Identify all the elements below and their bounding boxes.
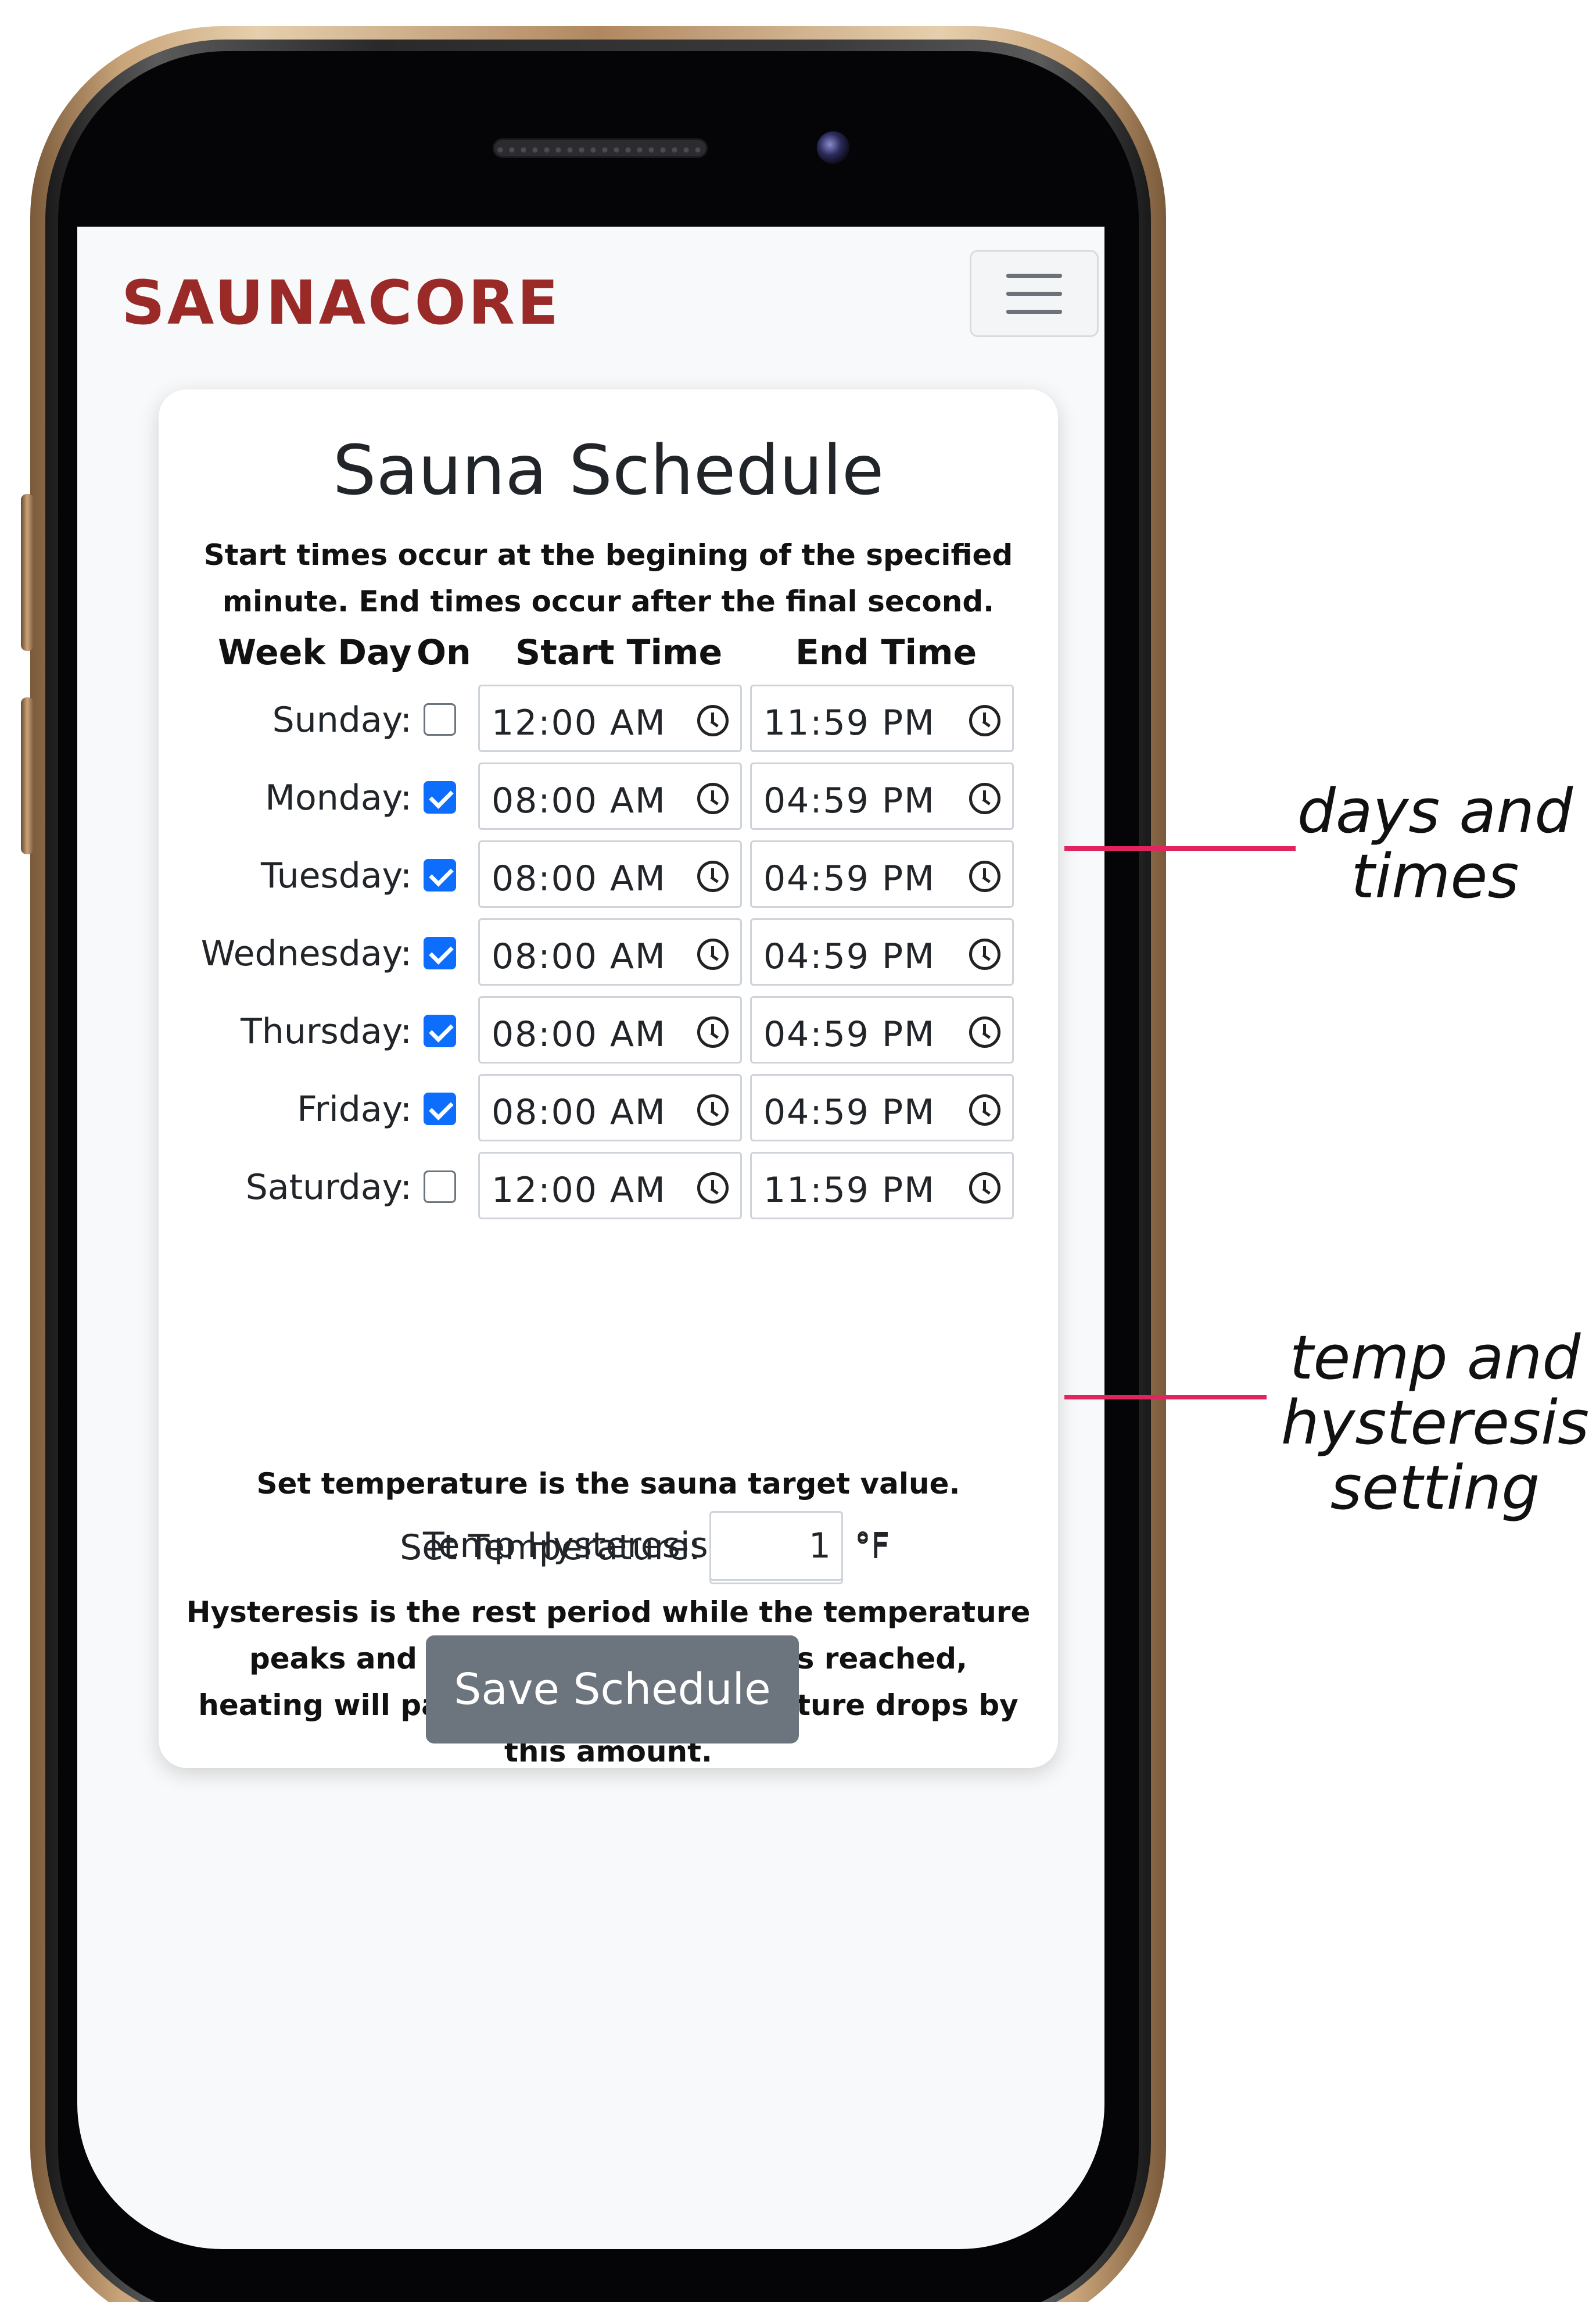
phone-screen: SAUNACORE Sauna Schedule Start times occ… bbox=[77, 227, 1104, 2249]
clock-icon[interactable] bbox=[969, 1016, 1000, 1048]
clock-icon[interactable] bbox=[969, 861, 1000, 892]
day-label: Saturday: bbox=[245, 1167, 412, 1208]
navbar: SAUNACORE bbox=[77, 227, 1104, 356]
day-label: Wednesday: bbox=[200, 933, 412, 974]
day-label: Friday: bbox=[297, 1089, 412, 1130]
clock-icon[interactable] bbox=[969, 783, 1000, 814]
clock-icon[interactable] bbox=[697, 1172, 729, 1204]
end-time-input[interactable]: 04:59 PM bbox=[750, 762, 1014, 830]
start-time-input[interactable]: 12:00 AM bbox=[478, 685, 742, 752]
hamburger-menu-icon[interactable] bbox=[970, 250, 1099, 337]
end-time-input[interactable]: 11:59 PM bbox=[750, 1152, 1014, 1219]
end-time-value: 11:59 PM bbox=[763, 1170, 935, 1211]
speaker-grille bbox=[493, 138, 708, 158]
hamburger-line bbox=[1006, 309, 1062, 314]
day-enabled-checkbox[interactable] bbox=[424, 1015, 456, 1047]
brand-logo[interactable]: SAUNACORE bbox=[121, 267, 561, 338]
temp-note: Set temperature is the sauna target valu… bbox=[256, 1467, 960, 1501]
header-end-time: End Time bbox=[795, 632, 977, 673]
end-time-input[interactable]: 11:59 PM bbox=[750, 685, 1014, 752]
start-time-value: 12:00 AM bbox=[492, 1170, 666, 1211]
clock-icon[interactable] bbox=[969, 705, 1000, 736]
schedule-row: Wednesday: 08:00 AM 04:59 PM bbox=[159, 918, 1058, 988]
end-time-value: 04:59 PM bbox=[763, 781, 935, 821]
phone-side-button bbox=[21, 494, 34, 651]
start-time-input[interactable]: 12:00 AM bbox=[478, 1152, 742, 1219]
header-on: On bbox=[417, 632, 471, 673]
annotation-days-times: days and times bbox=[1297, 776, 1573, 912]
phone-side-button bbox=[21, 697, 34, 854]
end-time-input[interactable]: 04:59 PM bbox=[750, 918, 1014, 986]
save-schedule-button[interactable]: Save Schedule bbox=[426, 1635, 799, 1743]
schedule-row: Saturday: 12:00 AM 11:59 PM bbox=[159, 1152, 1058, 1222]
schedule-row: Monday: 08:00 AM 04:59 PM bbox=[159, 762, 1058, 832]
page-title: Sauna Schedule bbox=[332, 430, 884, 510]
times-note: Start times occur at the begining of the… bbox=[203, 538, 1013, 618]
start-time-value: 08:00 AM bbox=[492, 858, 666, 899]
start-time-value: 08:00 AM bbox=[492, 1014, 666, 1055]
end-time-value: 04:59 PM bbox=[763, 1014, 935, 1055]
start-time-input[interactable]: 08:00 AM bbox=[478, 1074, 742, 1141]
day-label: Thursday: bbox=[241, 1011, 412, 1052]
clock-icon[interactable] bbox=[697, 783, 729, 814]
day-enabled-checkbox[interactable] bbox=[424, 1170, 456, 1203]
end-time-input[interactable]: 04:59 PM bbox=[750, 996, 1014, 1064]
clock-icon[interactable] bbox=[697, 939, 729, 970]
annotation-temp-hysteresis: temp and hysteresis setting bbox=[1281, 1322, 1590, 1523]
clock-icon[interactable] bbox=[697, 861, 729, 892]
day-label: Sunday: bbox=[272, 700, 412, 740]
start-time-value: 12:00 AM bbox=[492, 703, 666, 743]
start-time-input[interactable]: 08:00 AM bbox=[478, 918, 742, 986]
temp-hysteresis-unit: °F bbox=[855, 1526, 890, 1564]
schedule-row: Tuesday: 08:00 AM 04:59 PM bbox=[159, 840, 1058, 910]
end-time-value: 11:59 PM bbox=[763, 703, 935, 743]
start-time-value: 08:00 AM bbox=[492, 781, 666, 821]
header-week-day: Week Day bbox=[218, 632, 412, 673]
clock-icon[interactable] bbox=[697, 705, 729, 736]
header-start-time: Start Time bbox=[515, 632, 723, 673]
start-time-input[interactable]: 08:00 AM bbox=[478, 996, 742, 1064]
end-time-value: 04:59 PM bbox=[763, 1092, 935, 1133]
annotation-line-temp-hysteresis bbox=[1064, 1395, 1267, 1399]
clock-icon[interactable] bbox=[969, 1172, 1000, 1204]
schedule-row: Thursday: 08:00 AM 04:59 PM bbox=[159, 996, 1058, 1066]
day-label: Monday: bbox=[265, 778, 412, 818]
clock-icon[interactable] bbox=[697, 1016, 729, 1048]
schedule-row: Friday: 08:00 AM 04:59 PM bbox=[159, 1074, 1058, 1144]
end-time-input[interactable]: 04:59 PM bbox=[750, 1074, 1014, 1141]
day-enabled-checkbox[interactable] bbox=[424, 703, 456, 736]
front-camera-icon bbox=[817, 131, 849, 164]
clock-icon[interactable] bbox=[969, 1094, 1000, 1126]
end-time-value: 04:59 PM bbox=[763, 936, 935, 977]
day-label: Tuesday: bbox=[261, 855, 412, 896]
temp-hysteresis-input[interactable]: 1 bbox=[709, 1511, 843, 1581]
start-time-input[interactable]: 08:00 AM bbox=[478, 840, 742, 908]
clock-icon[interactable] bbox=[969, 939, 1000, 970]
day-enabled-checkbox[interactable] bbox=[424, 859, 456, 892]
day-enabled-checkbox[interactable] bbox=[424, 937, 456, 969]
end-time-value: 04:59 PM bbox=[763, 858, 935, 899]
end-time-input[interactable]: 04:59 PM bbox=[750, 840, 1014, 908]
start-time-value: 08:00 AM bbox=[492, 936, 666, 977]
temp-hysteresis-label: Temp Hysteresis: bbox=[423, 1525, 720, 1566]
start-time-input[interactable]: 08:00 AM bbox=[478, 762, 742, 830]
hamburger-line bbox=[1006, 273, 1062, 278]
hamburger-line bbox=[1006, 291, 1062, 296]
day-enabled-checkbox[interactable] bbox=[424, 781, 456, 814]
annotation-line-days-times bbox=[1064, 846, 1296, 851]
day-enabled-checkbox[interactable] bbox=[424, 1093, 456, 1125]
clock-icon[interactable] bbox=[697, 1094, 729, 1126]
start-time-value: 08:00 AM bbox=[492, 1092, 666, 1133]
schedule-row: Sunday: 12:00 AM 11:59 PM bbox=[159, 685, 1058, 754]
